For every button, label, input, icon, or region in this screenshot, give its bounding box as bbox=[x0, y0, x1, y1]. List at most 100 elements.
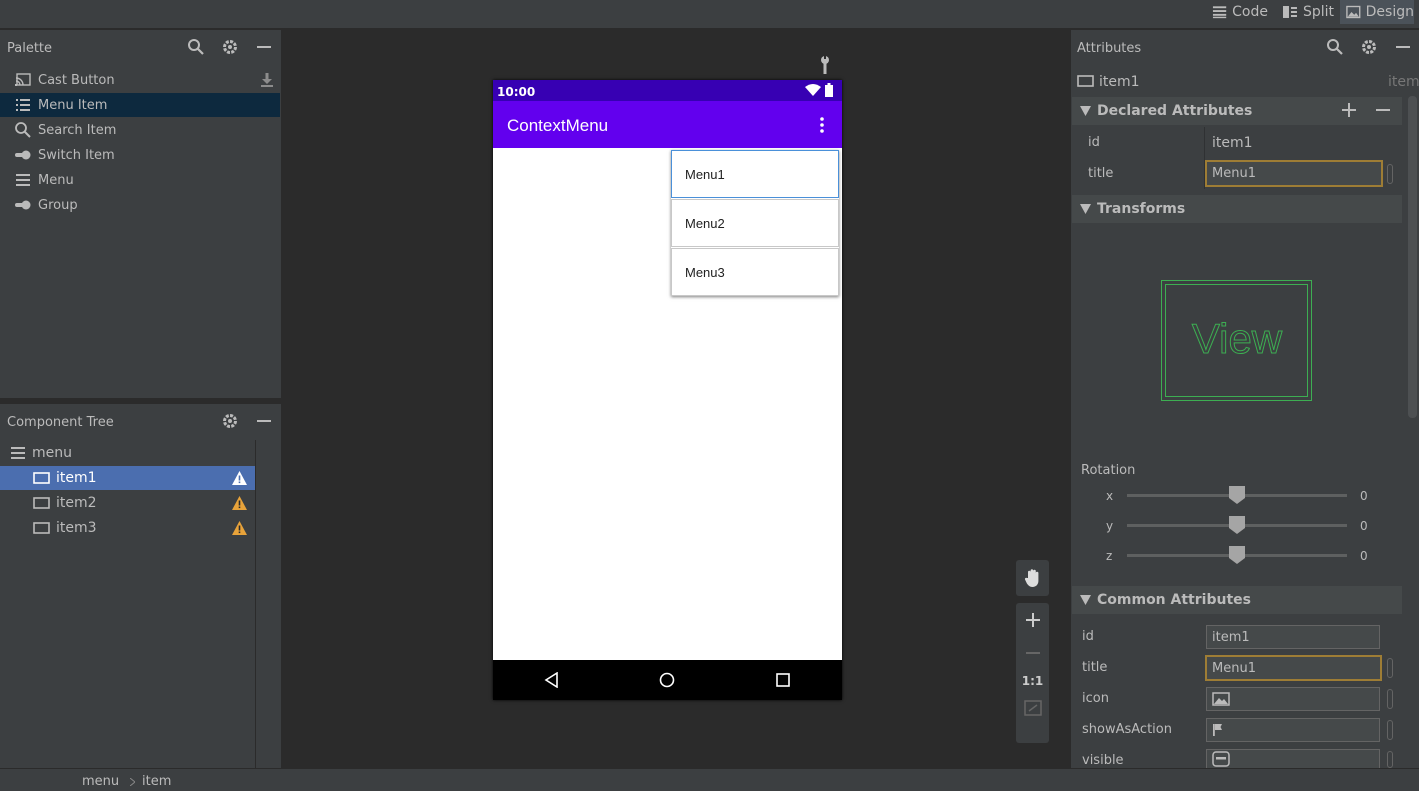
breadcrumb-menu[interactable]: menu bbox=[82, 774, 119, 789]
common-title-input[interactable]: Menu1 bbox=[1205, 655, 1382, 681]
component-name: item1 bbox=[1099, 74, 1140, 90]
declared-title-resource-button[interactable] bbox=[1387, 164, 1393, 184]
component-tree-title: Component Tree bbox=[7, 414, 114, 430]
tree-node-label: item3 bbox=[56, 520, 97, 536]
status-bar: 10:00 bbox=[493, 80, 842, 101]
device-preview[interactable]: 10:00 ContextMenu Menu1 Menu2 Menu3 bbox=[493, 80, 842, 700]
minus-icon bbox=[1396, 46, 1410, 48]
split-mode-label: Split bbox=[1302, 4, 1334, 20]
tree-minimize-button[interactable] bbox=[255, 412, 273, 430]
search-icon bbox=[14, 121, 32, 139]
triangle-down-icon bbox=[1080, 595, 1091, 605]
rotation-y-value: 0 bbox=[1360, 519, 1368, 533]
zoom-out-icon[interactable] bbox=[1025, 646, 1040, 660]
home-icon[interactable] bbox=[659, 672, 675, 688]
attributes-scrollbar[interactable] bbox=[1408, 96, 1417, 418]
common-attributes-header[interactable]: Common Attributes bbox=[1072, 586, 1402, 614]
palette-item-search-item[interactable]: Search Item bbox=[0, 118, 280, 142]
zoom-actual-size-button[interactable]: 1:1 bbox=[1022, 674, 1044, 688]
section-title: Declared Attributes bbox=[1097, 103, 1253, 119]
toggle-icon bbox=[14, 146, 32, 164]
design-mode-button[interactable]: Design bbox=[1340, 0, 1414, 24]
menu-option[interactable]: Menu1 bbox=[671, 150, 839, 198]
visibility-icon bbox=[1212, 751, 1230, 767]
code-mode-label: Code bbox=[1232, 4, 1268, 20]
attributes-search-button[interactable] bbox=[1326, 38, 1344, 56]
common-visible-resource-button[interactable] bbox=[1387, 751, 1393, 768]
palette-item-group[interactable]: Group bbox=[0, 193, 280, 217]
common-icon-input[interactable] bbox=[1206, 687, 1380, 711]
warning-icon[interactable] bbox=[231, 495, 248, 511]
recents-icon[interactable] bbox=[776, 673, 790, 687]
palette-item-cast-button[interactable]: Cast Button bbox=[0, 68, 280, 92]
menu-option[interactable]: Menu2 bbox=[671, 199, 839, 247]
palette-settings-button[interactable] bbox=[221, 38, 239, 56]
battery-icon bbox=[825, 83, 833, 97]
common-showasaction-resource-button[interactable] bbox=[1387, 720, 1393, 740]
menu-option[interactable]: Menu3 bbox=[671, 248, 839, 296]
rotation-x-value: 0 bbox=[1360, 489, 1368, 503]
chevron-right-icon bbox=[130, 778, 135, 786]
warning-icon[interactable] bbox=[231, 470, 248, 486]
tree-node-item2[interactable]: item2 bbox=[0, 491, 255, 515]
tree-node-item3[interactable]: item3 bbox=[0, 516, 255, 540]
download-icon[interactable] bbox=[258, 71, 276, 89]
rotation-y-thumb[interactable] bbox=[1228, 515, 1246, 535]
common-id-input[interactable]: item1 bbox=[1206, 625, 1380, 649]
attributes-settings-button[interactable] bbox=[1360, 38, 1378, 56]
rotation-x-thumb[interactable] bbox=[1228, 485, 1246, 505]
overflow-menu-icon[interactable] bbox=[820, 117, 824, 133]
split-mode-button[interactable]: Split bbox=[1282, 0, 1334, 24]
palette-title: Palette bbox=[7, 40, 53, 56]
code-mode-button[interactable]: Code bbox=[1212, 0, 1268, 24]
warning-icon[interactable] bbox=[231, 520, 248, 536]
hand-icon bbox=[1024, 569, 1038, 587]
tree-node-menu[interactable]: menu bbox=[10, 441, 255, 465]
fit-screen-icon[interactable] bbox=[1023, 700, 1042, 716]
cast-icon bbox=[14, 71, 32, 89]
back-icon[interactable] bbox=[544, 672, 560, 688]
hamburger-icon bbox=[14, 171, 32, 189]
tree-node-label: item2 bbox=[56, 495, 97, 511]
split-icon bbox=[1282, 6, 1297, 18]
menu-option-label: Menu2 bbox=[685, 215, 725, 231]
minus-icon bbox=[257, 420, 271, 422]
pan-tool[interactable] bbox=[1016, 560, 1049, 596]
tree-node-label: menu bbox=[32, 445, 72, 461]
zoom-controls: 1:1 bbox=[1016, 603, 1049, 743]
palette-minimize-button[interactable] bbox=[255, 38, 273, 56]
wifi-icon bbox=[805, 84, 821, 96]
attributes-minimize-button[interactable] bbox=[1394, 38, 1412, 56]
wrench-icon[interactable] bbox=[817, 55, 833, 75]
palette-item-menu[interactable]: Menu bbox=[0, 168, 280, 192]
design-mode-label: Design bbox=[1365, 4, 1414, 20]
breadcrumb-item[interactable]: item bbox=[142, 774, 171, 789]
common-visible-input[interactable] bbox=[1206, 749, 1380, 768]
common-showasaction-input[interactable] bbox=[1206, 718, 1380, 742]
palette-item-label: Menu Item bbox=[38, 97, 108, 113]
common-title-resource-button[interactable] bbox=[1387, 658, 1393, 678]
gear-icon bbox=[223, 40, 237, 54]
palette-item-menu-item[interactable]: Menu Item bbox=[0, 93, 280, 117]
attributes-title: Attributes bbox=[1077, 40, 1142, 56]
common-id-label: id bbox=[1082, 629, 1094, 644]
palette-item-label: Search Item bbox=[38, 122, 117, 138]
zoom-in-icon[interactable] bbox=[1025, 613, 1040, 627]
common-icon-resource-button[interactable] bbox=[1387, 689, 1393, 709]
tree-settings-button[interactable] bbox=[221, 412, 239, 430]
palette-search-button[interactable] bbox=[187, 38, 205, 56]
item-icon bbox=[33, 522, 50, 534]
declared-id-value[interactable]: item1 bbox=[1212, 135, 1253, 151]
palette-item-switch-item[interactable]: Switch Item bbox=[0, 143, 280, 167]
rotation-z-thumb[interactable] bbox=[1228, 545, 1246, 565]
tree-node-item1[interactable]: item1 bbox=[0, 466, 255, 490]
hamburger-icon bbox=[11, 447, 25, 459]
transforms-header[interactable]: Transforms bbox=[1072, 195, 1402, 223]
declared-title-input[interactable]: Menu1 bbox=[1205, 160, 1383, 187]
transform-preview: View bbox=[1161, 280, 1312, 401]
palette-panel: Palette Cast Button Menu Item Search Ite… bbox=[0, 30, 281, 398]
add-attribute-icon[interactable] bbox=[1342, 103, 1356, 117]
remove-attribute-icon[interactable] bbox=[1376, 103, 1390, 117]
declared-title-value: Menu1 bbox=[1212, 166, 1256, 181]
common-showasaction-label: showAsAction bbox=[1082, 722, 1172, 737]
